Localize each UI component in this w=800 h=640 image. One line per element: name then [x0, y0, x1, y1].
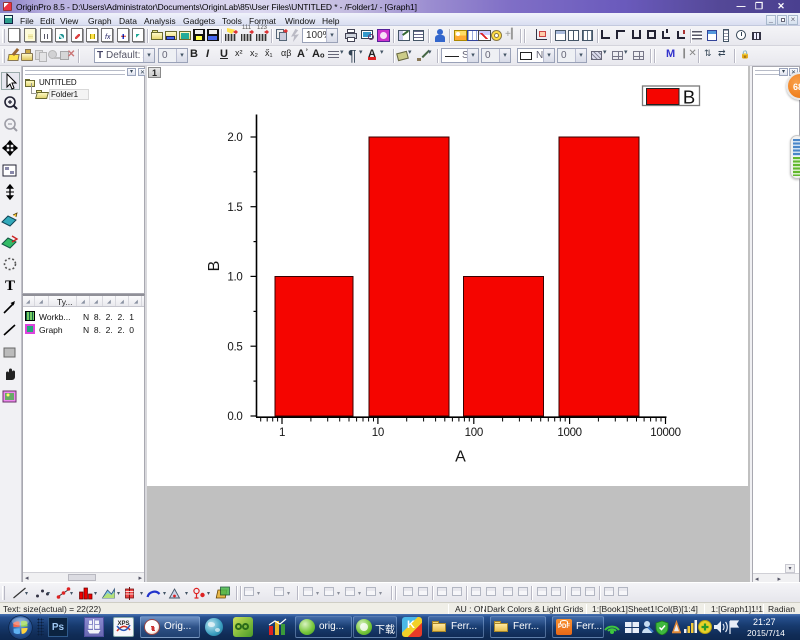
svg-text:100: 100 — [465, 427, 483, 439]
svg-text:0.5: 0.5 — [227, 341, 242, 353]
svg-text:A: A — [455, 449, 466, 466]
svg-text:2.0: 2.0 — [227, 132, 242, 144]
svg-text:1000: 1000 — [557, 427, 581, 439]
svg-text:T: T — [5, 278, 15, 294]
svg-text:B: B — [206, 261, 223, 272]
svg-text:10000: 10000 — [650, 427, 680, 439]
svg-text:XPS: XPS — [117, 621, 129, 627]
svg-text:B: B — [683, 87, 695, 108]
svg-text:0.0: 0.0 — [227, 411, 242, 423]
svg-text:10: 10 — [372, 427, 384, 439]
svg-text:1: 1 — [279, 427, 285, 439]
svg-text:1.0: 1.0 — [227, 272, 242, 284]
svg-text:1.5: 1.5 — [227, 202, 242, 214]
